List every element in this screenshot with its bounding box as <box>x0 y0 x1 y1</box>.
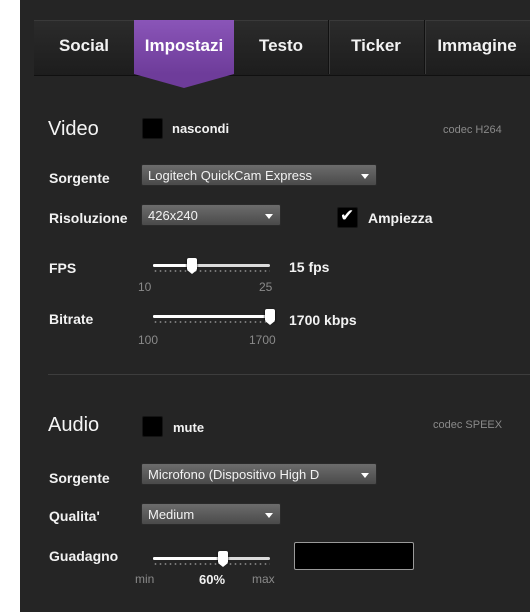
slider-ticks <box>153 321 270 323</box>
gain-label: Guadagno <box>49 548 119 564</box>
width-label: Ampiezza <box>368 210 433 226</box>
gain-max-label: max <box>252 572 275 586</box>
tab-immagine[interactable]: Immagine <box>424 20 530 74</box>
settings-panel: Social Impostazi Testo Ticker Immagine V… <box>20 0 530 612</box>
bitrate-min-label: 100 <box>138 333 159 347</box>
bitrate-max-label: 1700 <box>249 333 276 347</box>
slider-fill <box>153 315 270 318</box>
chevron-down-icon <box>361 174 369 179</box>
tab-impostazioni[interactable]: Impostazi <box>134 20 234 74</box>
slider-fill <box>153 557 224 560</box>
gain-slider[interactable] <box>153 548 270 568</box>
video-source-select[interactable]: Logitech QuickCam Express <box>141 164 377 186</box>
resolution-label: Risoluzione <box>49 210 128 226</box>
section-divider <box>48 374 530 375</box>
resolution-select[interactable]: 426x240 <box>141 204 281 226</box>
hide-video-label: nascondi <box>172 121 230 136</box>
audio-source-value: Microfono (Dispositivo High D <box>148 467 320 482</box>
quality-label: Qualita' <box>49 508 100 524</box>
fps-value: 15 fps <box>289 259 330 275</box>
slider-thumb[interactable] <box>218 551 229 567</box>
fps-slider[interactable] <box>153 255 270 275</box>
width-checkbox[interactable] <box>337 206 358 228</box>
quality-value: Medium <box>148 507 195 522</box>
audio-source-label: Sorgente <box>49 470 110 486</box>
slider-fill <box>153 264 192 267</box>
tab-social[interactable]: Social <box>34 20 135 74</box>
audio-source-select[interactable]: Microfono (Dispositivo High D <box>141 463 377 485</box>
chevron-down-icon <box>361 473 369 478</box>
video-codec-label: codec H264 <box>443 124 502 136</box>
mute-checkbox[interactable] <box>142 416 163 437</box>
video-source-label: Sorgente <box>49 170 110 186</box>
slider-thumb[interactable] <box>265 309 275 325</box>
tab-bar: Social Impostazi Testo Ticker Immagine <box>20 0 530 88</box>
audio-section-title: Audio <box>48 414 100 436</box>
chevron-down-icon <box>265 513 273 518</box>
fps-min-label: 10 <box>138 280 152 294</box>
hide-video-checkbox[interactable] <box>142 118 163 139</box>
bitrate-label: Bitrate <box>49 311 94 327</box>
slider-thumb[interactable] <box>186 258 197 274</box>
gain-input[interactable] <box>294 542 414 570</box>
bitrate-slider[interactable] <box>153 306 275 326</box>
tab-ticker[interactable]: Ticker <box>328 20 425 74</box>
video-source-value: Logitech QuickCam Express <box>148 168 313 183</box>
gain-min-label: min <box>135 572 155 586</box>
tab-testo[interactable]: Testo <box>234 20 329 74</box>
chevron-down-icon <box>265 214 273 219</box>
quality-select[interactable]: Medium <box>141 503 281 525</box>
video-section-title: Video <box>48 118 99 140</box>
audio-codec-label: codec SPEEX <box>433 419 503 431</box>
slider-ticks <box>153 270 270 272</box>
fps-label: FPS <box>49 260 77 276</box>
gain-value: 60% <box>199 572 226 587</box>
slider-ticks <box>153 563 270 565</box>
active-tab-pointer <box>134 74 234 88</box>
mute-label: mute <box>173 420 205 435</box>
fps-max-label: 25 <box>259 280 273 294</box>
bitrate-value: 1700 kbps <box>289 312 357 328</box>
resolution-value: 426x240 <box>148 208 198 223</box>
